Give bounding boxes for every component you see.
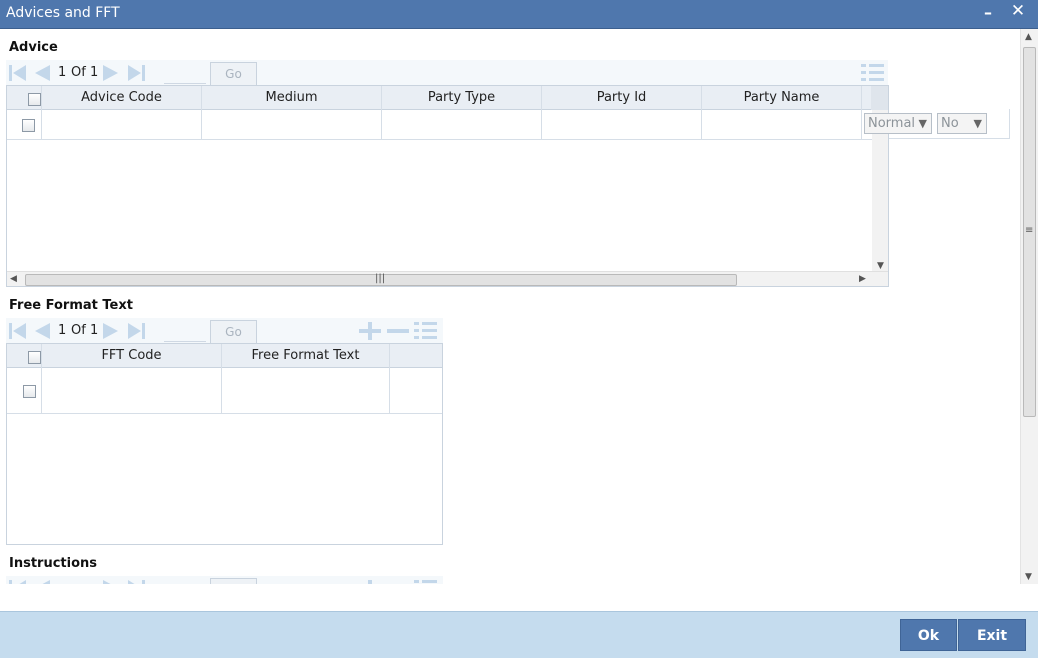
instructions-toolbar	[6, 576, 443, 584]
scroll-down-icon[interactable]: ▼	[877, 261, 884, 271]
grip-icon: ≡	[1025, 225, 1034, 236]
column-party-id[interactable]: Party Id	[542, 86, 702, 110]
row-select-cell	[7, 110, 42, 139]
fft-current-page: 1	[58, 323, 67, 338]
party-type-cell[interactable]	[382, 110, 542, 139]
column-fft-code[interactable]: FFT Code	[42, 344, 222, 368]
table-row[interactable]	[7, 110, 888, 140]
first-page-icon[interactable]	[8, 322, 28, 340]
instructions-go-button[interactable]	[210, 578, 257, 584]
fft-section-title: Free Format Text	[9, 298, 133, 313]
next-page-icon[interactable]	[101, 579, 121, 584]
advice-grid-header: Advice Code Medium Party Type Party Id P…	[7, 86, 872, 110]
advice-go-button[interactable]: Go	[210, 62, 257, 86]
column-advice-code[interactable]: Advice Code	[42, 86, 202, 110]
fft-of-label: Of	[71, 323, 86, 338]
row-extension	[889, 109, 1010, 139]
last-page-icon[interactable]	[126, 579, 146, 584]
fft-code-cell[interactable]	[42, 368, 222, 413]
delete-row-icon[interactable]	[385, 321, 411, 341]
scroll-up-icon[interactable]: ▲	[1025, 32, 1032, 42]
last-page-icon[interactable]	[126, 322, 146, 340]
previous-page-icon[interactable]	[32, 579, 52, 584]
close-icon[interactable]: ✕	[1009, 1, 1027, 23]
scroll-left-icon[interactable]: ◀	[10, 274, 17, 284]
scroll-right-icon[interactable]: ▶	[859, 274, 866, 284]
add-row-icon[interactable]	[357, 579, 383, 584]
row-checkbox[interactable]	[23, 385, 36, 398]
column-medium[interactable]: Medium	[202, 86, 382, 110]
scroll-down-icon[interactable]: ▼	[1025, 572, 1032, 582]
header-spacer	[871, 86, 888, 110]
ok-button[interactable]: Ok	[900, 619, 957, 651]
first-page-icon[interactable]	[8, 64, 28, 82]
party-name-cell[interactable]	[702, 110, 862, 139]
row-checkbox[interactable]	[22, 119, 35, 132]
next-page-icon[interactable]	[101, 64, 121, 82]
column-free-format-text[interactable]: Free Format Text	[222, 344, 390, 368]
advice-select-all-checkbox[interactable]	[28, 93, 41, 106]
title-bar: Advices and FFT – ✕	[0, 0, 1038, 29]
fft-total-pages: 1	[90, 323, 99, 338]
column-party-name[interactable]: Party Name	[702, 86, 862, 110]
fft-go-button[interactable]: Go	[210, 320, 257, 344]
advice-toolbar: 1 Of 1 Go	[6, 60, 888, 86]
fft-page-input[interactable]	[164, 320, 206, 342]
next-page-icon[interactable]	[101, 322, 121, 340]
window-title: Advices and FFT	[6, 5, 120, 21]
medium-cell[interactable]	[202, 110, 382, 139]
advice-grid: Advice Code Medium Party Type Party Id P…	[6, 85, 889, 287]
advice-select-all-cell	[7, 86, 42, 110]
last-page-icon[interactable]	[126, 64, 146, 82]
fft-select-all-checkbox[interactable]	[28, 351, 41, 364]
single-view-icon[interactable]	[413, 321, 439, 341]
column-party-type[interactable]: Party Type	[382, 86, 542, 110]
first-page-icon[interactable]	[8, 579, 28, 584]
fft-grid-header: FFT Code Free Format Text	[7, 344, 442, 368]
single-view-icon[interactable]	[860, 63, 886, 83]
grip-icon: |||	[375, 273, 386, 284]
advice-horizontal-scrollbar[interactable]: ◀ ||| ▶	[7, 271, 888, 286]
minimize-icon[interactable]: –	[980, 2, 996, 24]
advice-section-title: Advice	[9, 40, 58, 55]
fft-toolbar: 1 Of 1 Go	[6, 318, 443, 344]
instructions-section-title: Instructions	[9, 556, 98, 571]
main-vertical-scrollbar[interactable]: ▲ ≡ ▼	[1020, 29, 1038, 584]
exit-button[interactable]: Exit	[958, 619, 1026, 651]
previous-page-icon[interactable]	[32, 64, 52, 82]
advice-code-cell[interactable]	[42, 110, 202, 139]
advice-page-input[interactable]	[164, 62, 206, 84]
content-area: Advice 1 Of 1 Go Advice Code Medium Part…	[0, 29, 1020, 584]
advice-total-pages: 1	[90, 65, 99, 80]
single-view-icon[interactable]	[413, 579, 439, 584]
fft-select-all-cell	[7, 344, 42, 368]
table-row[interactable]	[7, 368, 442, 414]
party-id-cell[interactable]	[542, 110, 702, 139]
fft-grid: FFT Code Free Format Text	[6, 343, 443, 545]
add-row-icon[interactable]	[357, 321, 383, 341]
row-select-cell	[7, 368, 42, 413]
free-format-text-cell[interactable]	[222, 368, 390, 413]
advice-vertical-scrollbar[interactable]: ▼	[872, 110, 888, 272]
advice-of-label: Of	[71, 65, 86, 80]
previous-page-icon[interactable]	[32, 322, 52, 340]
advice-current-page: 1	[58, 65, 67, 80]
footer-bar: Ok Exit	[0, 611, 1038, 658]
